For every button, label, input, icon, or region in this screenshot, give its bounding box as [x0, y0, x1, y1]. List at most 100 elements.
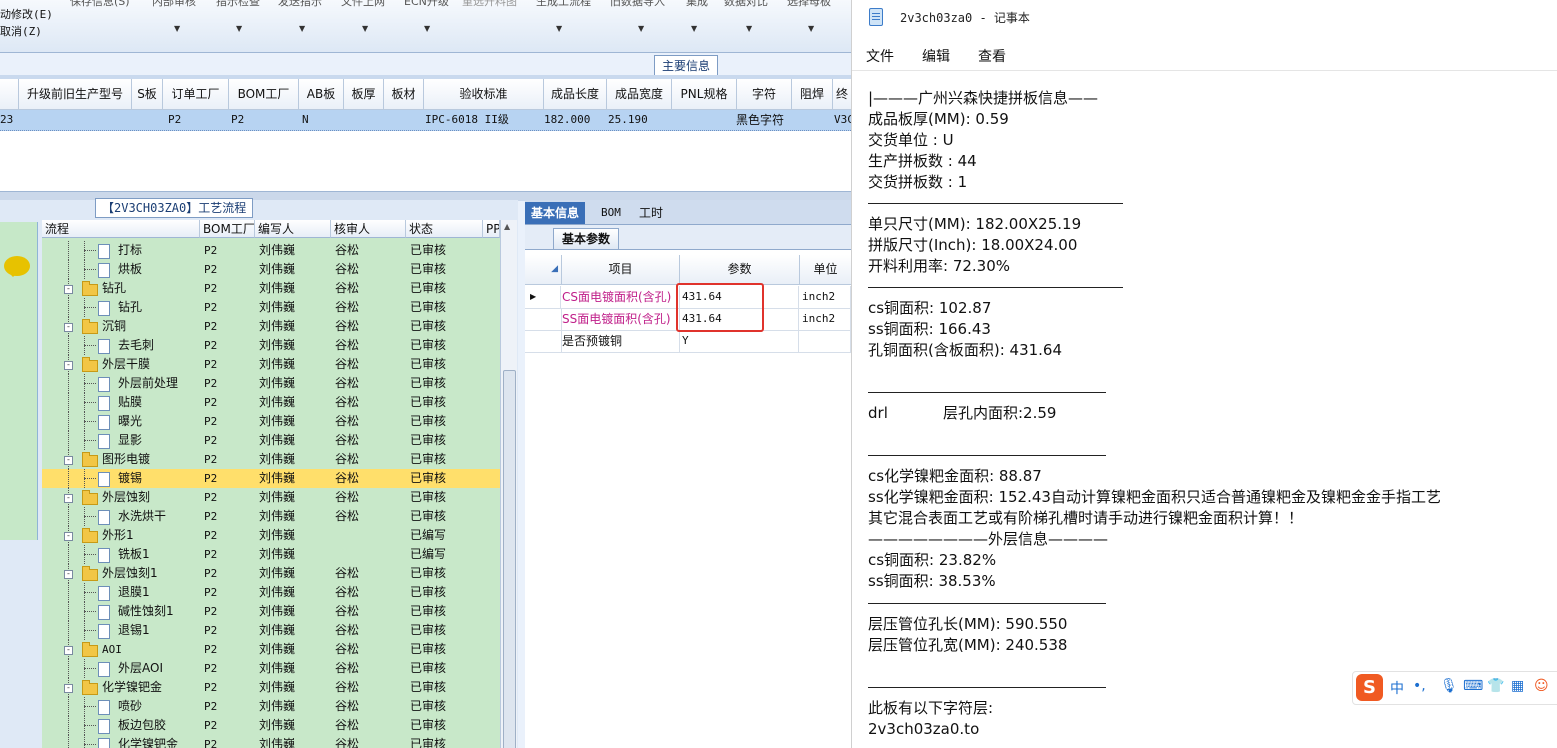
notepad-titlebar[interactable]: 2v3ch03za0 - 记事本 [852, 0, 1557, 34]
ribbon-integrate-button[interactable]: 集成 [686, 0, 708, 9]
ribbon-check-button[interactable]: 指示检查 [216, 0, 260, 9]
grid-cell[interactable]: 25.190 [608, 110, 668, 130]
flow-header-cell[interactable]: BOM工厂 [200, 220, 255, 238]
param-header-cell[interactable]: 参数 [680, 255, 800, 285]
scroll-up-icon[interactable]: ▲ [504, 222, 510, 231]
grid-header-cell[interactable]: S板 [132, 79, 163, 110]
param-header-cell[interactable]: 单位 [800, 255, 851, 285]
message-bubble-icon[interactable] [4, 256, 30, 277]
ribbon-internal-review-button[interactable]: 内部审核 [152, 0, 196, 9]
dropdown-arrow-icon[interactable]: ▼ [746, 24, 752, 33]
microphone-icon[interactable]: 🎙 [1440, 678, 1458, 694]
flow-row[interactable]: 外层AOI P2 刘伟巍 谷松 已审核 [42, 659, 500, 678]
ribbon-select-mother-button[interactable]: 选择母板 [787, 0, 831, 9]
flow-row[interactable]: - 外层蚀刻 P2 刘伟巍 谷松 已审核 [42, 488, 500, 507]
grid-header-cell[interactable]: PNL规格 [672, 79, 737, 110]
grid-cell[interactable]: N [302, 110, 332, 130]
flow-row[interactable]: 化学镍钯金 P2 刘伟巍 谷松 已审核 [42, 735, 500, 748]
skin-shirt-icon[interactable]: 👕 [1487, 678, 1504, 694]
grid-header-cell[interactable]: 验收标准 [424, 79, 544, 110]
ribbon-cancel-button[interactable]: 取消(Z) [0, 23, 42, 39]
grid-cell[interactable]: 23 [0, 110, 18, 130]
grid-header-cell[interactable]: AB板 [299, 79, 344, 110]
flow-header-cell[interactable]: PP [483, 220, 500, 238]
dropdown-arrow-icon[interactable]: ▼ [424, 24, 430, 33]
grid-cell[interactable]: IPC-6018 II级 [425, 110, 540, 130]
dropdown-arrow-icon[interactable]: ▼ [362, 24, 368, 33]
ribbon-ecn-button[interactable]: ECN升级 [404, 0, 449, 9]
dropdown-arrow-icon[interactable]: ▼ [299, 24, 305, 33]
flow-row[interactable]: 铣板1 P2 刘伟巍 已编写 [42, 545, 500, 564]
ribbon-import-button[interactable]: 旧数据导入 [610, 0, 665, 9]
flow-row[interactable]: 曝光 P2 刘伟巍 谷松 已审核 [42, 412, 500, 431]
tab-bom[interactable]: BOM [595, 202, 627, 224]
grid-cell[interactable]: P2 [231, 110, 271, 130]
flow-header-cell[interactable]: 状态 [406, 220, 483, 238]
grid-header-cell[interactable]: 成品宽度 [607, 79, 672, 110]
flow-row[interactable]: 显影 P2 刘伟巍 谷松 已审核 [42, 431, 500, 450]
grid-header-cell[interactable]: 字符 [737, 79, 792, 110]
dropdown-arrow-icon[interactable]: ▼ [691, 24, 697, 33]
collapse-icon[interactable]: - [64, 323, 73, 332]
flow-row[interactable]: 去毛刺 P2 刘伟巍 谷松 已审核 [42, 336, 500, 355]
flow-row[interactable]: 钻孔 P2 刘伟巍 谷松 已审核 [42, 298, 500, 317]
grid-cell[interactable]: 182.000 [544, 110, 604, 130]
tab-main-info[interactable]: 主要信息 [654, 55, 718, 76]
collapse-icon[interactable]: - [64, 684, 73, 693]
menu-view[interactable]: 查看 [978, 46, 1006, 66]
flow-row[interactable]: - 钻孔 P2 刘伟巍 谷松 已审核 [42, 279, 500, 298]
grid-header-cell[interactable]: 成品长度 [544, 79, 607, 110]
flow-row[interactable]: 喷砂 P2 刘伟巍 谷松 已审核 [42, 697, 500, 716]
emoji-face-icon[interactable]: ☺ [1534, 678, 1549, 694]
collapse-icon[interactable]: - [64, 456, 73, 465]
ribbon-save-button[interactable]: 保存信息(S) [70, 0, 130, 9]
ribbon-upload-button[interactable]: 文件上网 [341, 0, 385, 9]
collapse-icon[interactable]: - [64, 285, 73, 294]
flow-header-cell[interactable]: 编写人 [255, 220, 331, 238]
grid-header-cell[interactable]: 升级前旧生产型号 [19, 79, 132, 110]
flow-row[interactable]: 碱性蚀刻1 P2 刘伟巍 谷松 已审核 [42, 602, 500, 621]
grid-header-cell[interactable]: 板材 [384, 79, 424, 110]
flow-row[interactable]: - 化学镍钯金 P2 刘伟巍 谷松 已审核 [42, 678, 500, 697]
ribbon-compare-button[interactable]: 数据对比 [724, 0, 768, 9]
flow-scrollbar[interactable]: ▲ [500, 220, 517, 748]
flow-row[interactable]: 板边包胶 P2 刘伟巍 谷松 已审核 [42, 716, 500, 735]
grid-cell[interactable]: 黑色字符 [736, 110, 790, 130]
grid-cell[interactable]: P2 [168, 110, 208, 130]
ribbon-modify-button[interactable]: 动修改(E) [0, 6, 53, 22]
param-row[interactable]: 是否预镀铜 Y [525, 330, 851, 353]
ime-mode-toggle[interactable]: 中 [1390, 678, 1404, 698]
collapse-icon[interactable]: - [64, 494, 73, 503]
dropdown-arrow-icon[interactable]: ▼ [556, 24, 562, 33]
flow-row[interactable]: 退膜1 P2 刘伟巍 谷松 已审核 [42, 583, 500, 602]
param-header-cell[interactable]: 项目 [562, 255, 680, 285]
flow-row[interactable]: 打标 P2 刘伟巍 谷松 已审核 [42, 241, 500, 260]
ribbon-cutting-button[interactable]: 重选开料图 [462, 0, 517, 9]
grid-header-cell[interactable] [0, 79, 19, 110]
flow-row[interactable]: - 外层蚀刻1 P2 刘伟巍 谷松 已审核 [42, 564, 500, 583]
dropdown-arrow-icon[interactable]: ▼ [638, 24, 644, 33]
grid-apps-icon[interactable]: ▦ [1511, 678, 1524, 694]
param-value[interactable]: Y [680, 330, 799, 352]
scroll-thumb[interactable] [503, 370, 516, 748]
flow-header-cell[interactable]: 流程 [42, 220, 200, 238]
dropdown-arrow-icon[interactable]: ▼ [236, 24, 242, 33]
flow-row[interactable]: 贴膜 P2 刘伟巍 谷松 已审核 [42, 393, 500, 412]
tab-basic-params[interactable]: 基本参数 [553, 228, 620, 249]
grid-header-cell[interactable]: 订单工厂 [163, 79, 229, 110]
tab-basic-info[interactable]: 基本信息 [525, 202, 586, 224]
grid-header-cell[interactable]: 阻焊 [792, 79, 833, 110]
ribbon-send-button[interactable]: 发送指示 [278, 0, 322, 9]
collapse-icon[interactable]: - [64, 532, 73, 541]
collapse-icon[interactable]: - [64, 361, 73, 370]
grid-header-cell[interactable]: 终 [833, 79, 851, 110]
flow-row[interactable]: - 沉铜 P2 刘伟巍 谷松 已审核 [42, 317, 500, 336]
dropdown-arrow-icon[interactable]: ▼ [174, 24, 180, 33]
flow-row[interactable]: 外层前处理 P2 刘伟巍 谷松 已审核 [42, 374, 500, 393]
flow-row[interactable]: 镀锡 P2 刘伟巍 谷松 已审核 [42, 469, 500, 488]
param-header-corner[interactable]: ◢ [525, 255, 562, 285]
collapse-icon[interactable]: - [64, 646, 73, 655]
flow-row[interactable]: - 外形1 P2 刘伟巍 已编写 [42, 526, 500, 545]
menu-edit[interactable]: 编辑 [922, 46, 950, 66]
flow-row[interactable]: - 图形电镀 P2 刘伟巍 谷松 已审核 [42, 450, 500, 469]
